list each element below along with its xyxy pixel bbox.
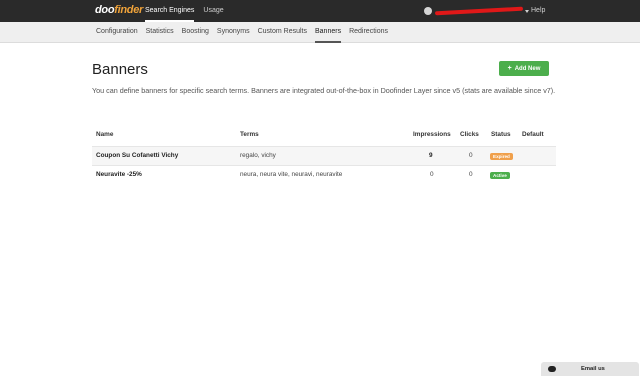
column-header-impressions: Impressions [413, 131, 451, 138]
status-badge: Expired [490, 153, 513, 160]
nav-search-engines[interactable]: Search Engines [145, 0, 195, 22]
avatar [424, 7, 432, 15]
add-new-button[interactable]: + Add New [499, 61, 549, 76]
banner-impressions: 0 [430, 171, 434, 178]
column-header-status: Status [491, 131, 511, 138]
user-menu[interactable] [424, 6, 529, 16]
table-row[interactable]: Coupon Su Cofanetti Vichy regalo, vichy … [92, 146, 556, 165]
column-header-clicks: Clicks [460, 131, 479, 138]
column-header-default: Default [522, 131, 544, 138]
tab-banners[interactable]: Banners [315, 22, 342, 43]
banner-clicks: 0 [469, 171, 473, 178]
tab-redirections[interactable]: Redirections [349, 22, 388, 43]
banner-name[interactable]: Neuravite -25% [96, 166, 142, 184]
tab-statistics[interactable]: Statistics [146, 22, 174, 43]
banner-terms: neura, neura vite, neuravi, neuravite [240, 171, 343, 178]
top-navigation-bar: doofinder Search Engines Usage Help [0, 0, 640, 22]
tab-boosting[interactable]: Boosting [182, 22, 209, 43]
add-new-label: Add New [514, 65, 541, 72]
tab-synonyms[interactable]: Synonyms [217, 22, 250, 43]
page-title: Banners [92, 61, 148, 78]
email-us-label: Email us [581, 366, 605, 372]
nav-usage[interactable]: Usage [203, 0, 223, 22]
column-header-terms: Terms [240, 131, 259, 138]
main-nav: Search Engines Usage [145, 0, 233, 22]
sub-navigation: Configuration Statistics Boosting Synony… [0, 22, 640, 43]
table-row[interactable]: Neuravite -25% neura, neura vite, neurav… [92, 165, 556, 184]
chat-icon [548, 366, 556, 372]
column-header-name: Name [96, 131, 114, 138]
tab-configuration[interactable]: Configuration [96, 22, 138, 43]
tab-custom-results[interactable]: Custom Results [258, 22, 307, 43]
status-badge: Active [490, 172, 510, 179]
email-us-widget[interactable]: Email us [541, 362, 639, 376]
page-description: You can define banners for specific sear… [92, 86, 556, 95]
chevron-down-icon [525, 9, 529, 13]
plus-icon: + [507, 65, 512, 72]
banner-impressions: 9 [429, 152, 433, 159]
redacted-username [434, 6, 524, 16]
help-link[interactable]: Help [531, 0, 545, 21]
doofinder-logo[interactable]: doofinder [95, 4, 143, 16]
banner-clicks: 0 [469, 152, 473, 159]
banner-terms: regalo, vichy [240, 152, 276, 159]
banner-name[interactable]: Coupon Su Cofanetti Vichy [96, 147, 178, 165]
